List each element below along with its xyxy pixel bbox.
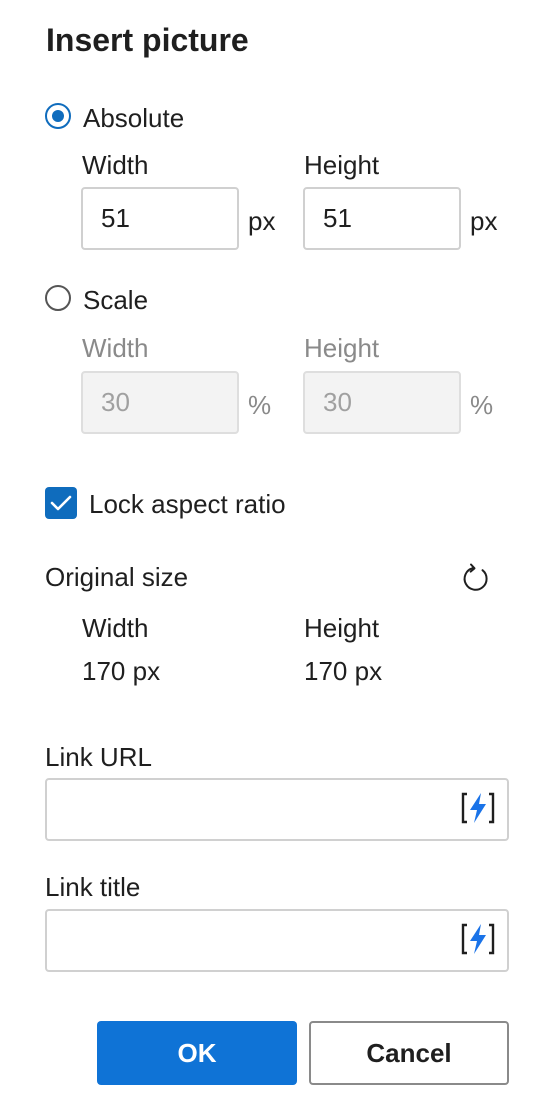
link-url-label: Link URL [45,742,152,772]
absolute-label: Absolute [83,103,185,133]
lock-aspect-ratio-checkbox[interactable] [45,487,77,519]
lock-aspect-ratio-label: Lock aspect ratio [89,489,286,519]
scale-width-input: 30 [81,371,239,434]
scale-radio[interactable] [45,285,71,311]
scale-height-unit: % [470,390,494,420]
ok-button[interactable]: OK [97,1021,297,1085]
scale-width-unit: % [248,390,272,420]
link-title-input[interactable] [45,909,509,972]
link-title-label: Link title [45,872,141,902]
original-width-value: 170 px [82,656,161,686]
scale-height-input: 30 [303,371,461,434]
absolute-height-input[interactable]: 51 [303,187,461,250]
absolute-width-input[interactable]: 51 [81,187,239,250]
dialog-title: Insert picture [46,22,249,58]
original-size-label: Original size [45,562,189,592]
scale-radio-option[interactable]: Scale [45,283,185,317]
link-title-lightning-button[interactable] [459,921,497,957]
absolute-width-unit: px [248,206,276,236]
lock-aspect-ratio-option[interactable]: Lock aspect ratio [45,487,315,521]
cancel-button[interactable]: Cancel [309,1021,509,1085]
absolute-radio[interactable] [45,103,71,129]
original-width-label: Width [82,613,149,643]
scale-height-label: Height [304,333,380,363]
original-height-label: Height [304,613,380,643]
insert-picture-dialog: Insert picture Absolute Width Height 51 … [0,0,554,1110]
reset-icon[interactable] [460,562,492,594]
original-height-value: 170 px [304,656,383,686]
scale-label: Scale [83,285,149,315]
absolute-radio-option[interactable]: Absolute [45,101,205,135]
link-url-lightning-button[interactable] [459,790,497,826]
checkmark-icon [50,495,72,511]
scale-width-label: Width [82,333,149,363]
lightning-icon [461,792,495,824]
link-url-input[interactable] [45,778,509,841]
lightning-icon [461,923,495,955]
absolute-height-label: Height [304,150,380,180]
absolute-width-label: Width [82,150,149,180]
absolute-height-unit: px [470,206,498,236]
